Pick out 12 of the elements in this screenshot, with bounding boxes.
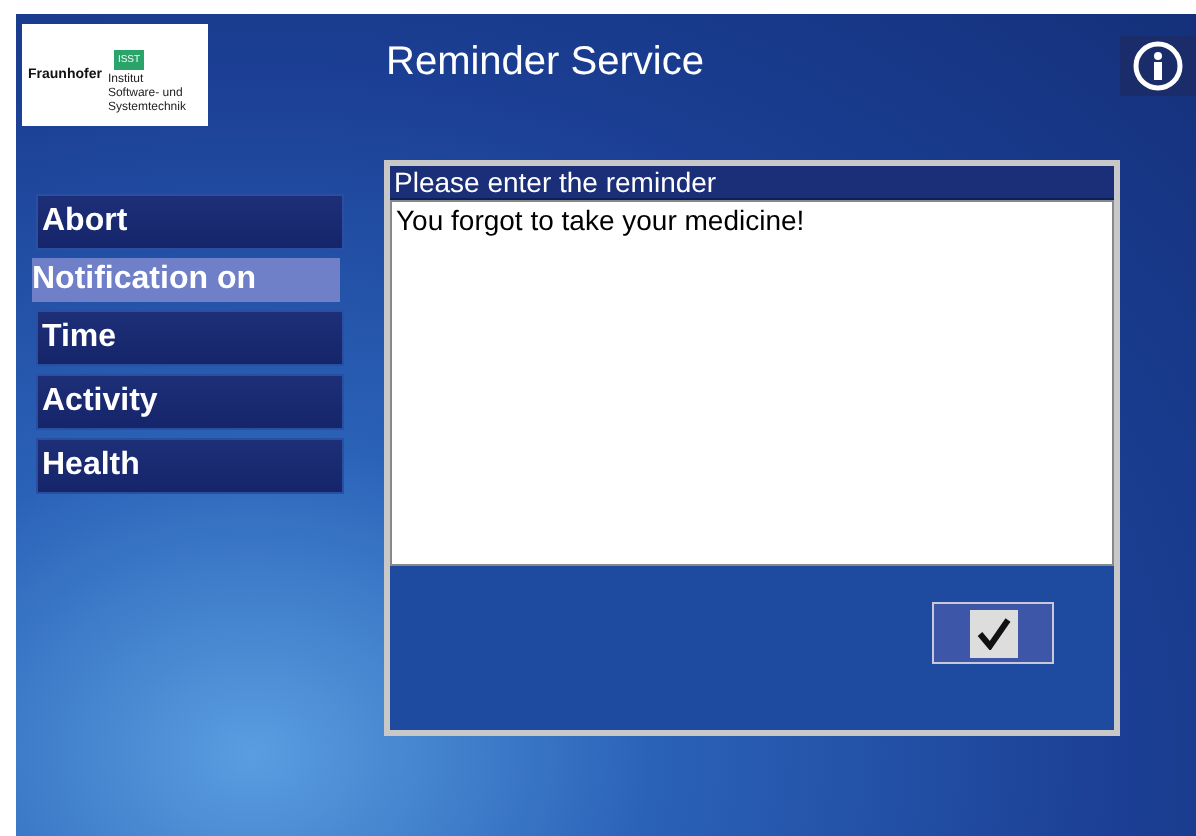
info-icon [1132, 40, 1184, 92]
confirm-button[interactable] [932, 602, 1054, 664]
page-title: Reminder Service [386, 40, 704, 86]
menu-item[interactable]: Health [36, 438, 344, 494]
field-label: Please enter the reminder [390, 166, 1114, 200]
menu-item[interactable]: Activity [36, 374, 344, 430]
menu-item[interactable]: Notification on [32, 258, 340, 302]
info-button[interactable] [1120, 36, 1196, 96]
menu-item[interactable]: Time [36, 310, 344, 366]
checkmark-icon [975, 617, 1011, 649]
menu-item[interactable]: Abort [36, 194, 344, 250]
reminder-field[interactable]: You forgot to take your medicine! [390, 200, 1114, 566]
